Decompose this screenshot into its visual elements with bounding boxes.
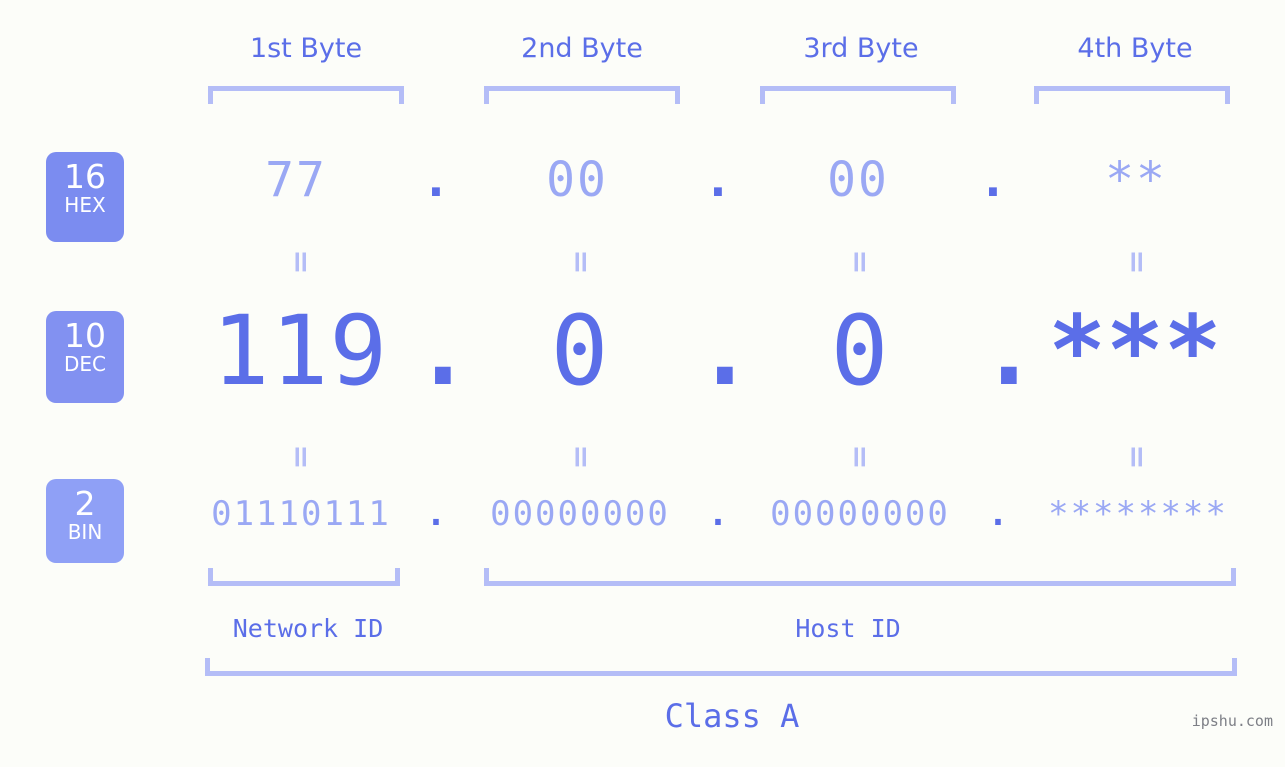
equals-dec-bin-4: = bbox=[1119, 444, 1154, 470]
bin-byte-2: 00000000 bbox=[490, 494, 670, 534]
hex-byte-2: 00 bbox=[546, 152, 608, 208]
base-badge-hex-number: 16 bbox=[64, 157, 106, 196]
equals-hex-dec-4: = bbox=[1119, 249, 1154, 275]
byte-header-3: 3rd Byte bbox=[803, 33, 919, 64]
dec-byte-2: 0 bbox=[550, 295, 610, 407]
byte-header-4: 4th Byte bbox=[1077, 33, 1193, 64]
bin-byte-1: 01110111 bbox=[211, 494, 391, 534]
byte-header-2: 2nd Byte bbox=[521, 33, 643, 64]
base-badge-dec-name: DEC bbox=[63, 352, 106, 376]
hex-byte-4: ** bbox=[1105, 152, 1167, 208]
dec-byte-4: *** bbox=[1048, 295, 1222, 407]
byte-header-1: 1st Byte bbox=[249, 33, 363, 64]
equals-dec-bin-3: = bbox=[842, 444, 877, 470]
equals-hex-dec-3: = bbox=[842, 249, 877, 275]
equals-dec-bin-1: = bbox=[283, 444, 318, 470]
ip-byte-diagram: 1st Byte 2nd Byte 3rd Byte 4th Byte 16 H… bbox=[0, 0, 1285, 767]
base-badge-hex-name: HEX bbox=[64, 193, 106, 217]
byte-bracket-top-3 bbox=[760, 86, 956, 104]
bin-byte-3: 00000000 bbox=[770, 494, 950, 534]
host-id-bracket bbox=[484, 568, 1236, 586]
base-badge-bin-name: BIN bbox=[67, 520, 103, 544]
equals-hex-dec-2: = bbox=[563, 249, 598, 275]
hex-byte-3: 00 bbox=[827, 152, 889, 208]
dec-byte-1: 119 bbox=[211, 295, 389, 407]
dec-byte-3: 0 bbox=[830, 295, 890, 407]
network-id-label: Network ID bbox=[232, 614, 384, 643]
hex-byte-1: 77 bbox=[265, 152, 327, 208]
host-id-label: Host ID bbox=[795, 614, 901, 643]
site-watermark: ipshu.com bbox=[1191, 712, 1273, 730]
base-badge-dec: 10 DEC bbox=[46, 311, 124, 403]
dec-separator-1: . bbox=[414, 295, 472, 407]
base-badge-bin-number: 2 bbox=[74, 484, 96, 523]
byte-bracket-top-1 bbox=[208, 86, 404, 104]
equals-hex-dec-1: = bbox=[283, 249, 318, 275]
bin-byte-4: ******** bbox=[1048, 494, 1228, 534]
network-id-bracket bbox=[208, 568, 400, 586]
class-bracket bbox=[205, 658, 1237, 676]
byte-bracket-top-4 bbox=[1034, 86, 1230, 104]
base-badge-bin: 2 BIN bbox=[46, 479, 124, 563]
base-badge-dec-number: 10 bbox=[64, 316, 106, 355]
equals-dec-bin-2: = bbox=[563, 444, 598, 470]
byte-bracket-top-2 bbox=[484, 86, 680, 104]
base-badge-hex: 16 HEX bbox=[46, 152, 124, 242]
class-label: Class A bbox=[664, 697, 800, 735]
